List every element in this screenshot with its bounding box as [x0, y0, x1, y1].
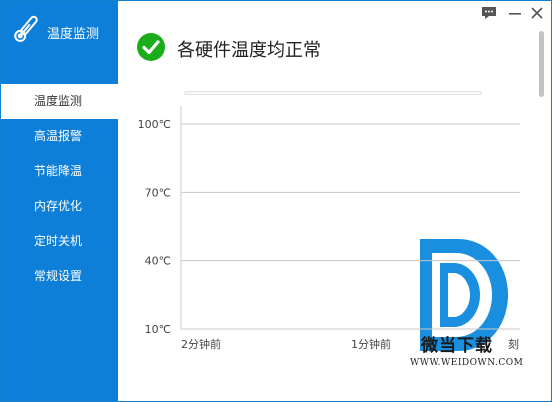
sidebar-item-label: 温度监测: [34, 94, 83, 108]
check-circle-icon: [137, 33, 165, 61]
minimize-icon[interactable]: [506, 4, 524, 22]
sidebar-item-temperature-monitor[interactable]: 温度监测: [1, 84, 118, 119]
sidebar-item-label: 内存优化: [34, 199, 83, 213]
close-icon[interactable]: [528, 4, 546, 22]
sidebar-item-label: 常规设置: [34, 269, 83, 283]
sidebar-item-label: 定时关机: [34, 234, 83, 248]
thermometer-icon: [14, 15, 38, 42]
sidebar-item-label: 高温报警: [34, 129, 83, 143]
scrollbar-thumb[interactable]: [539, 31, 544, 97]
sidebar-item-scheduled-shutdown[interactable]: 定时关机: [1, 224, 118, 259]
sidebar-item-memory-optimize[interactable]: 内存优化: [1, 189, 118, 224]
watermark-text: 微当下载: [421, 336, 493, 356]
sidebar-item-label: 节能降温: [34, 164, 83, 178]
sidebar-item-high-temp-alarm[interactable]: 高温报警: [1, 119, 118, 154]
app-window: 温度监测 温度监测 高温报警 节能降温 内存优化 定时关机 常规设置 各硬件温度…: [0, 0, 552, 402]
chat-icon[interactable]: [480, 4, 498, 22]
status-message: 各硬件温度均正常: [177, 40, 321, 61]
watermark-url: WWW.WEIDOWN.COM: [410, 358, 524, 368]
sidebar-item-general-settings[interactable]: 常规设置: [1, 259, 118, 294]
brand: 温度监测: [1, 1, 118, 61]
sidebar-nav: 温度监测 高温报警 节能降温 内存优化 定时关机 常规设置: [1, 84, 118, 294]
sidebar: 温度监测 温度监测 高温报警 节能降温 内存优化 定时关机 常规设置: [1, 1, 118, 401]
tab-strip: [184, 91, 482, 95]
app-title: 温度监测: [47, 27, 100, 42]
sidebar-item-energy-cooling[interactable]: 节能降温: [1, 154, 118, 189]
